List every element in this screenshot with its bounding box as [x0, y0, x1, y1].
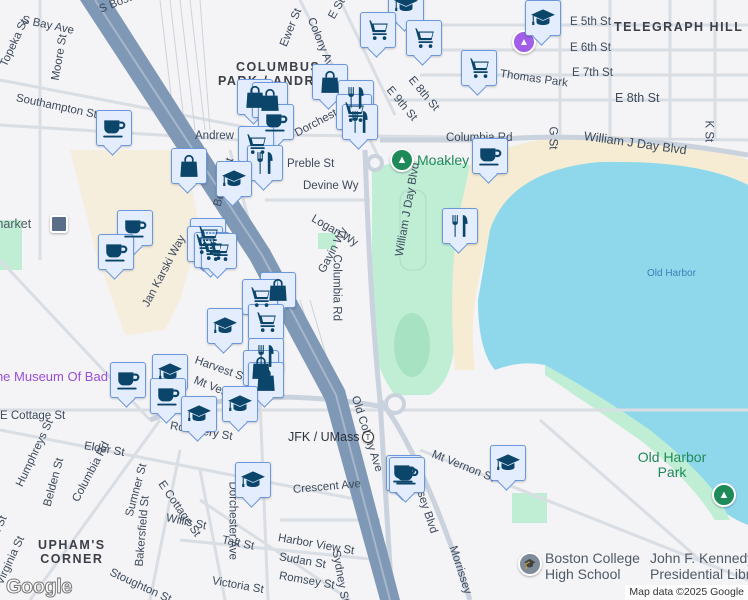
street-label: E 6th St: [570, 42, 611, 54]
coffee-marker[interactable]: [98, 234, 134, 280]
street-label: E Cottage St: [0, 410, 66, 422]
grocery-marker[interactable]: [406, 20, 442, 66]
street-label: G St: [546, 126, 559, 150]
school-marker[interactable]: [181, 396, 217, 442]
place-label-jfk-library[interactable]: John F. KennedyPresidential Library: [650, 550, 748, 582]
street-label: Andrew: [195, 130, 234, 142]
school-icon: [186, 401, 212, 427]
restaurant-marker[interactable]: [342, 104, 378, 150]
train-station-icon[interactable]: [50, 215, 68, 233]
neighborhood-label-line: COLUMBUS: [235, 60, 321, 74]
park-tree-icon[interactable]: ▲: [712, 483, 736, 507]
school-icon: [227, 391, 253, 417]
neighborhood-label-line: UPHAM'S: [38, 538, 106, 552]
place-label-old-harbor-park[interactable]: Old Harbor Park: [624, 450, 720, 480]
school-poi-icon[interactable]: 🎓: [518, 552, 542, 576]
place-label-line: Boston College: [545, 550, 640, 566]
map-base-layer: [0, 0, 748, 600]
school-marker[interactable]: [525, 0, 561, 46]
rotary: [384, 393, 406, 415]
street-label: K St: [702, 120, 715, 143]
cart-icon: [365, 17, 391, 43]
school-marker[interactable]: [235, 462, 271, 508]
restaurant-icon: [347, 109, 373, 135]
school-icon: [221, 166, 247, 192]
cart-icon: [466, 55, 492, 81]
coffee-icon: [394, 462, 420, 488]
place-label-jfk-umass[interactable]: JFK / UMass: [288, 431, 360, 444]
grocery-marker[interactable]: [201, 233, 237, 279]
street-label: E 7th St: [572, 67, 613, 79]
cart-icon: [253, 309, 279, 335]
street-label: E 8th St: [615, 91, 660, 105]
place-label-moakley[interactable]: Moakley: [417, 152, 469, 168]
shopping-marker[interactable]: [171, 148, 207, 194]
place-label-museum[interactable]: The Museum Of Bad Art: [0, 369, 127, 384]
map-canvas[interactable]: COLUMBUSPARK / ANDREWSQ TELEGRAPH HILL U…: [0, 0, 748, 600]
school-icon: [495, 450, 521, 476]
school-icon: [240, 467, 266, 493]
coffee-icon: [477, 143, 503, 169]
map-attribution[interactable]: Map data ©2025 Google: [625, 585, 748, 600]
place-label-bc-high[interactable]: Boston College High School: [545, 550, 640, 582]
restaurant-icon: [447, 213, 473, 239]
school-icon: [393, 0, 419, 17]
school-icon: [212, 313, 238, 339]
coffee-marker[interactable]: [96, 110, 132, 156]
bag-icon: [253, 367, 279, 393]
coffee-marker[interactable]: [472, 138, 508, 184]
cart-icon: [247, 284, 273, 310]
coffee-icon: [122, 215, 148, 241]
coffee-icon: [103, 239, 129, 265]
bag-icon: [317, 69, 343, 95]
restaurant-marker[interactable]: [442, 208, 478, 254]
neighborhood-label-line: CORNER: [40, 552, 104, 566]
rotary: [366, 154, 384, 172]
school-marker[interactable]: [216, 161, 252, 207]
transit-station-icon[interactable]: T: [362, 431, 374, 443]
grocery-marker[interactable]: [360, 12, 396, 58]
neighborhood-label: UPHAM'S CORNER: [38, 538, 106, 566]
street-label: Columbia Rd: [330, 254, 343, 321]
place-label-newmarket[interactable]: Newmarket: [0, 216, 31, 232]
place-label-line: High School: [545, 566, 621, 582]
school-marker[interactable]: [207, 308, 243, 354]
restaurant-icon: [252, 150, 278, 176]
cart-icon: [206, 238, 232, 264]
grocery-marker[interactable]: [461, 50, 497, 96]
place-label-line: John F. Kennedy: [650, 550, 748, 566]
coffee-icon: [115, 367, 141, 393]
coffee-marker[interactable]: [110, 362, 146, 408]
school-icon: [157, 359, 183, 385]
park-tree-icon[interactable]: ▲: [390, 148, 414, 172]
school-icon: [530, 5, 556, 31]
running-track: [394, 313, 430, 377]
coffee-marker[interactable]: [389, 457, 425, 503]
place-label-old-harbor: Old Harbor: [647, 268, 696, 279]
bag-icon: [176, 153, 202, 179]
street-label: Preble St: [287, 158, 335, 170]
street-label: Devine Wy: [303, 180, 359, 192]
school-marker[interactable]: [490, 445, 526, 491]
google-logo: Google: [6, 576, 73, 599]
street-label: E 5th St: [570, 16, 611, 28]
cart-icon: [411, 25, 437, 51]
school-marker[interactable]: [222, 386, 258, 432]
place-label-line: Presidential Library: [650, 566, 748, 582]
coffee-icon: [155, 383, 181, 409]
restaurant-marker[interactable]: [247, 145, 283, 191]
neighborhood-label: TELEGRAPH HILL: [614, 20, 744, 34]
coffee-icon: [101, 115, 127, 141]
